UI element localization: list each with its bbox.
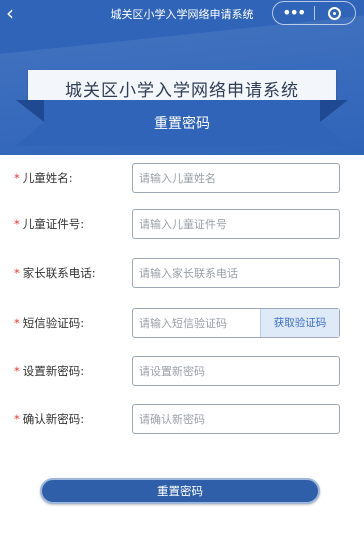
parent-phone-label-text: 家长联系电话:	[22, 266, 96, 280]
get-code-button[interactable]: 获取验证码	[260, 309, 339, 337]
target-circle-icon	[328, 6, 342, 20]
child-name-label-text: 儿童姓名:	[22, 171, 73, 185]
child-name-input[interactable]	[133, 164, 339, 192]
child-name-label: * 儿童姓名:	[14, 170, 73, 186]
system-title: 城关区小学入学网络申请系统	[65, 81, 299, 101]
new-password-label: * 设置新密码:	[14, 363, 84, 379]
sms-code-label-text: 短信验证码:	[22, 316, 85, 330]
required-mark: *	[14, 316, 20, 330]
mini-program-capsule: •••	[272, 1, 356, 25]
close-button[interactable]	[314, 6, 355, 20]
new-password-label-text: 设置新密码:	[22, 364, 85, 378]
reset-password-button[interactable]: 重置密码	[40, 478, 320, 504]
nav-bar: ‹ 城关区小学入学网络申请系统 •••	[0, 0, 364, 28]
confirm-password-field[interactable]	[132, 404, 340, 434]
child-id-label-text: 儿童证件号:	[22, 217, 85, 231]
sms-code-label: * 短信验证码:	[14, 315, 84, 331]
more-dots-icon[interactable]: •••	[273, 2, 314, 24]
new-password-input[interactable]	[133, 357, 339, 385]
sms-code-input[interactable]	[133, 309, 259, 337]
confirm-password-label: * 确认新密码:	[14, 411, 84, 427]
new-password-field[interactable]	[132, 356, 340, 386]
child-id-input[interactable]	[133, 210, 339, 238]
required-mark: *	[14, 412, 20, 426]
required-mark: *	[14, 217, 20, 231]
parent-phone-input[interactable]	[133, 259, 339, 287]
required-mark: *	[14, 364, 20, 378]
form-row-parent-phone: * 家长联系电话:	[0, 258, 364, 288]
form-row-sms-code: *短信验证码: 获取验证码	[0, 308, 364, 338]
form-row-child-name: * 儿童姓名:	[0, 163, 364, 193]
parent-phone-label: * 家长联系电话:	[14, 265, 96, 281]
section-title: 重置密码	[154, 116, 210, 132]
form-row-new-password: * 设置新密码:	[0, 356, 364, 386]
child-name-field[interactable]	[132, 163, 340, 193]
sms-code-field[interactable]: 获取验证码	[132, 308, 340, 338]
child-id-field[interactable]	[132, 209, 340, 239]
child-id-label: * 儿童证件号:	[14, 216, 84, 232]
section-ribbon: 重置密码	[16, 100, 348, 146]
confirm-password-input[interactable]	[133, 405, 339, 433]
form-row-confirm-password: * 确认新密码:	[0, 404, 364, 434]
required-mark: *	[14, 266, 20, 280]
required-mark: *	[14, 171, 20, 185]
form-row-child-id: * 儿童证件号:	[0, 209, 364, 239]
confirm-password-label-text: 确认新密码:	[22, 412, 85, 426]
parent-phone-field[interactable]	[132, 258, 340, 288]
